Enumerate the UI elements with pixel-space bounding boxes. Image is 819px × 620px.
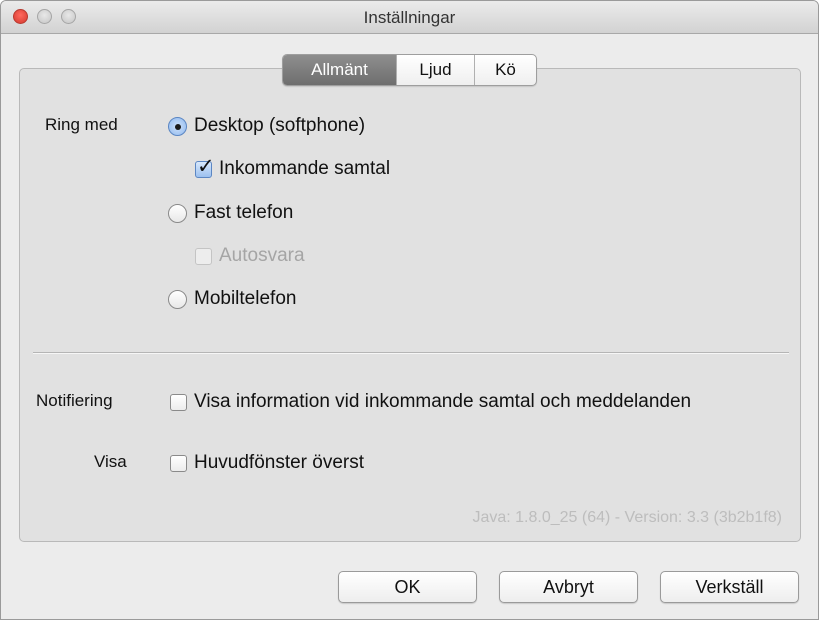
section-divider [33,352,789,354]
radio-mobile-phone-label: Mobiltelefon [194,288,297,309]
title-bar: Inställningar [1,1,818,34]
tab-bar: Allmänt Ljud Kö [282,54,537,86]
show-info-label: Visa information vid inkommande samtal o… [194,391,692,412]
incoming-calls-checkbox[interactable]: ✓ Inkommande samtal [195,154,391,180]
view-label: Visa [94,452,127,471]
version-info: Java: 1.8.0_25 (64) - Version: 3.3 (3b2b… [472,509,782,526]
checkbox-checked-icon: ✓ [195,154,215,178]
tab-queue[interactable]: Kö [474,55,536,85]
cancel-button[interactable]: Avbryt [499,571,638,603]
main-window-on-top-checkbox[interactable]: Huvudfönster överst [170,452,364,474]
radio-fixed-phone-label: Fast telefon [194,202,294,223]
radio-fixed-phone[interactable]: Fast telefon [168,202,293,224]
radio-desktop-softphone[interactable]: Desktop (softphone) [168,115,365,137]
radio-desktop-label: Desktop (softphone) [194,115,366,136]
radio-selected-icon [168,116,187,136]
settings-panel [19,68,801,542]
apply-button[interactable]: Verkställ [660,571,799,603]
checkbox-unchecked-icon [170,393,187,411]
notification-label: Notifiering [36,391,113,410]
main-window-on-top-label: Huvudfönster överst [194,452,365,473]
autoanswer-label: Autosvara [219,245,305,266]
ok-button[interactable]: OK [338,571,477,603]
show-info-checkbox[interactable]: Visa information vid inkommande samtal o… [170,391,691,413]
radio-unselected-icon [168,203,187,223]
checkbox-unchecked-icon [170,454,187,472]
radio-mobile-phone[interactable]: Mobiltelefon [168,288,296,310]
settings-window: Inställningar Allmänt Ljud Kö Ring med D… [0,0,819,620]
call-with-label: Ring med [45,115,118,134]
tab-general[interactable]: Allmänt [283,55,396,85]
window-title: Inställningar [363,8,456,27]
radio-unselected-icon [168,289,187,309]
checkbox-disabled-icon [195,247,212,265]
incoming-calls-label: Inkommande samtal [219,158,391,179]
tab-sound[interactable]: Ljud [396,55,474,85]
autoanswer-checkbox: Autosvara [195,245,305,267]
